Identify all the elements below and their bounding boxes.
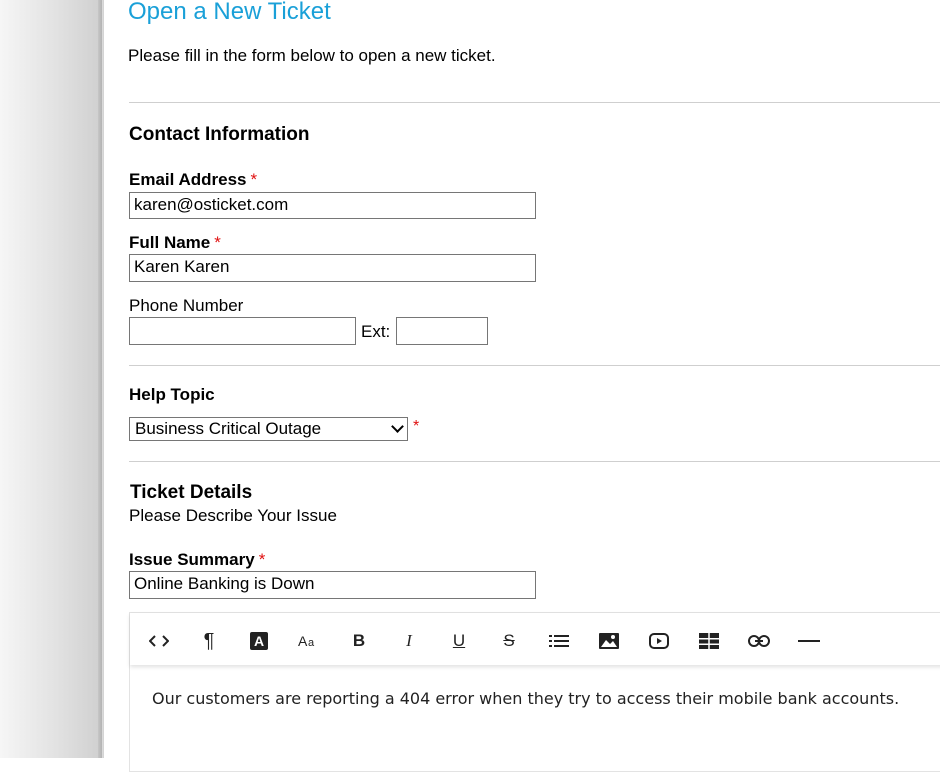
help-topic-selected: Business Critical Outage bbox=[135, 419, 322, 438]
ticket-form-panel: Open a New Ticket Please fill in the for… bbox=[104, 0, 940, 772]
page-intro: Please fill in the form below to open a … bbox=[128, 46, 496, 65]
required-marker: * bbox=[258, 550, 266, 569]
font-color-icon[interactable]: A bbox=[244, 628, 274, 654]
editor-toolbar: ¶ A Aa B I U S bbox=[130, 613, 940, 665]
table-icon[interactable] bbox=[694, 628, 724, 654]
editor-body-text[interactable]: Our customers are reporting a 404 error … bbox=[152, 689, 899, 708]
phone-label: Phone Number bbox=[129, 296, 244, 315]
chevron-down-icon bbox=[391, 420, 404, 433]
list-icon[interactable] bbox=[544, 628, 574, 654]
paragraph-icon[interactable]: ¶ bbox=[194, 628, 224, 654]
font-size-icon[interactable]: Aa bbox=[294, 628, 324, 654]
ticket-details-subheading: Please Describe Your Issue bbox=[129, 506, 337, 525]
email-field[interactable]: karen@osticket.com bbox=[129, 192, 536, 219]
ext-field[interactable] bbox=[396, 317, 488, 345]
help-topic-label: Help Topic bbox=[129, 385, 215, 404]
strikethrough-icon[interactable]: S bbox=[494, 628, 524, 654]
required-marker: * bbox=[413, 418, 420, 435]
left-gutter bbox=[0, 0, 102, 758]
svg-text:A: A bbox=[298, 633, 308, 649]
issue-summary-label-text: Issue Summary bbox=[129, 550, 255, 569]
full-name-label-text: Full Name bbox=[129, 233, 211, 252]
phone-field[interactable] bbox=[129, 317, 356, 345]
image-icon[interactable] bbox=[594, 628, 624, 654]
bold-icon[interactable]: B bbox=[344, 628, 374, 654]
issue-summary-label: Issue Summary * bbox=[129, 550, 265, 570]
html-code-icon[interactable] bbox=[144, 628, 174, 654]
full-name-field[interactable]: Karen Karen bbox=[129, 254, 536, 282]
full-name-label: Full Name * bbox=[129, 233, 221, 253]
divider bbox=[129, 365, 940, 366]
required-marker: * bbox=[214, 233, 221, 252]
issue-summary-field[interactable]: Online Banking is Down bbox=[129, 571, 536, 599]
svg-text:A: A bbox=[254, 633, 264, 649]
horizontal-rule-icon[interactable] bbox=[794, 628, 824, 654]
link-icon[interactable] bbox=[744, 628, 774, 654]
help-topic-select[interactable]: Business Critical Outage bbox=[129, 417, 408, 441]
underline-icon[interactable]: U bbox=[444, 628, 474, 654]
ext-label: Ext: bbox=[361, 322, 391, 341]
page-title: Open a New Ticket bbox=[128, 0, 331, 25]
video-icon[interactable] bbox=[644, 628, 674, 654]
divider bbox=[129, 102, 940, 103]
rich-text-editor[interactable]: ¶ A Aa B I U S Our customers are reporti… bbox=[129, 612, 940, 772]
ticket-details-heading: Ticket Details bbox=[130, 482, 253, 503]
svg-text:a: a bbox=[308, 637, 315, 649]
divider bbox=[129, 461, 940, 462]
email-label-text: Email Address bbox=[129, 170, 247, 189]
contact-heading: Contact Information bbox=[129, 124, 310, 145]
email-label: Email Address * bbox=[129, 170, 257, 190]
required-marker: * bbox=[250, 170, 258, 189]
italic-icon[interactable]: I bbox=[394, 628, 424, 654]
